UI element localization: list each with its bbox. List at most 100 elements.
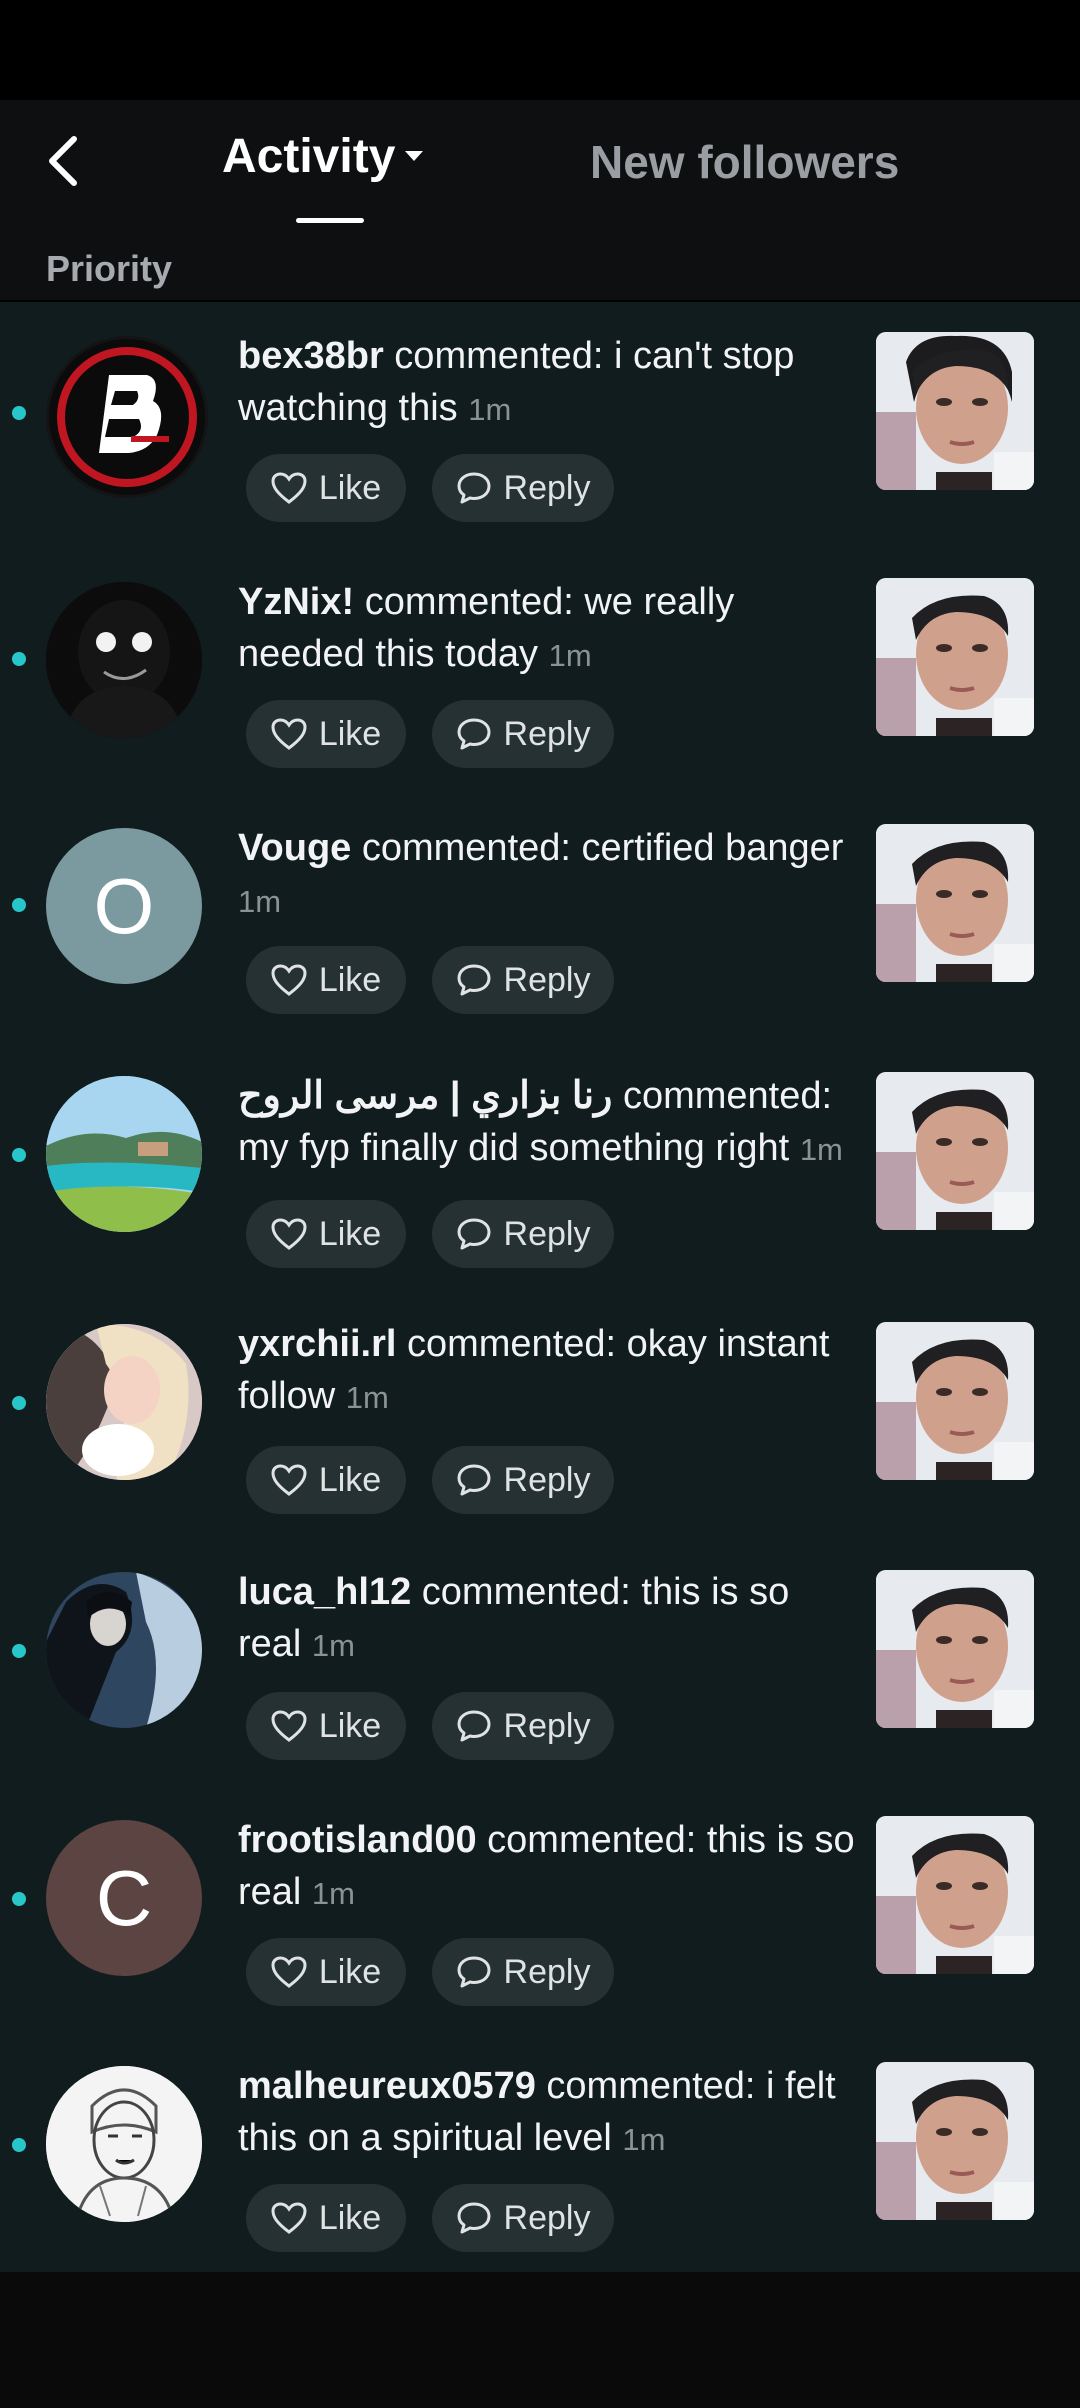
like-label: Like [318, 960, 382, 999]
reply-button[interactable]: Reply [432, 946, 614, 1014]
activity-item: bex38br commented: i can't stop watching… [0, 302, 1080, 548]
navigation-bar [0, 2272, 1080, 2408]
unread-dot [12, 1148, 26, 1162]
video-thumbnail[interactable] [876, 332, 1034, 490]
heart-icon [271, 472, 307, 504]
like-button[interactable]: Like [246, 1446, 406, 1514]
thumbnail-image [876, 824, 1034, 982]
video-thumbnail[interactable] [876, 1570, 1034, 1728]
like-button[interactable]: Like [246, 946, 406, 1014]
avatar[interactable] [46, 1076, 202, 1232]
reply-button[interactable]: Reply [432, 454, 614, 522]
reply-button[interactable]: Reply [432, 2184, 614, 2252]
like-button[interactable]: Like [246, 1200, 406, 1268]
video-thumbnail[interactable] [876, 824, 1034, 982]
avatar[interactable] [46, 582, 202, 738]
like-button[interactable]: Like [246, 2184, 406, 2252]
video-thumbnail[interactable] [876, 1072, 1034, 1230]
activity-list: bex38br commented: i can't stop watching… [0, 302, 1080, 2272]
speech-bubble-icon [457, 718, 491, 750]
comment-text: Vouge commented: certified banger 1m [238, 822, 858, 928]
username[interactable]: رنا بزاري | مرسى الروح [238, 1075, 612, 1117]
username[interactable]: Vouge [238, 827, 351, 869]
avatar-image [46, 1324, 202, 1480]
video-thumbnail[interactable] [876, 1322, 1034, 1480]
comment-text: yxrchii.rl commented: okay instant follo… [238, 1318, 858, 1424]
video-thumbnail[interactable] [876, 2062, 1034, 2220]
speech-bubble-icon [457, 1956, 491, 1988]
like-button[interactable]: Like [246, 454, 406, 522]
thumbnail-image [876, 1072, 1034, 1230]
timestamp: 1m [238, 884, 282, 919]
video-thumbnail[interactable] [876, 1816, 1034, 1974]
avatar-initial: C [95, 1853, 153, 1942]
reply-button[interactable]: Reply [432, 1200, 614, 1268]
reply-button[interactable]: Reply [432, 1446, 614, 1514]
timestamp: 1m [311, 1628, 355, 1663]
heart-icon [271, 1218, 307, 1250]
comment-text: bex38br commented: i can't stop watching… [238, 330, 858, 436]
like-label: Like [318, 714, 382, 753]
comment-text: malheureux0579 commented: i felt this on… [238, 2060, 858, 2166]
timestamp: 1m [799, 1132, 843, 1167]
timestamp: 1m [622, 2122, 666, 2157]
like-label: Like [318, 1706, 382, 1745]
video-thumbnail[interactable] [876, 578, 1034, 736]
like-button[interactable]: Like [246, 1692, 406, 1760]
timestamp: 1m [345, 1380, 389, 1415]
back-button[interactable] [36, 126, 92, 196]
caret-down-icon [405, 151, 424, 161]
reply-label: Reply [503, 960, 591, 999]
speech-bubble-icon [457, 964, 491, 996]
comment-text: luca_hl12 commented: this is so real 1m [238, 1566, 858, 1672]
reply-label: Reply [503, 1460, 591, 1499]
avatar[interactable] [46, 2066, 202, 2222]
timestamp: 1m [548, 638, 592, 673]
reply-button[interactable]: Reply [432, 1692, 614, 1760]
reply-button[interactable]: Reply [432, 1938, 614, 2006]
heart-icon [271, 2202, 307, 2234]
heart-icon [271, 1710, 307, 1742]
thumbnail-image [876, 2062, 1034, 2220]
avatar[interactable] [46, 1572, 202, 1728]
unread-dot [12, 2138, 26, 2152]
username[interactable]: malheureux0579 [238, 2065, 536, 2107]
timestamp: 1m [311, 1876, 355, 1911]
activity-item: yxrchii.rl commented: okay instant follo… [0, 1296, 1080, 1542]
unread-dot [12, 898, 26, 912]
avatar[interactable]: C [46, 1820, 202, 1976]
username[interactable]: bex38br [238, 335, 384, 377]
avatar-image [46, 1076, 202, 1232]
username[interactable]: luca_hl12 [238, 1571, 411, 1613]
activity-item: C frootisland00 commented: this is so re… [0, 1788, 1080, 2034]
username[interactable]: yxrchii.rl [238, 1323, 396, 1365]
like-label: Like [318, 468, 382, 507]
reply-button[interactable]: Reply [432, 700, 614, 768]
like-button[interactable]: Like [246, 1938, 406, 2006]
unread-dot [12, 652, 26, 666]
avatar-image [46, 2066, 202, 2222]
avatar[interactable]: O [46, 828, 202, 984]
speech-bubble-icon [457, 1710, 491, 1742]
heart-icon [271, 718, 307, 750]
tab-activity[interactable]: Activity [222, 126, 425, 186]
speech-bubble-icon [457, 1464, 491, 1496]
heart-icon [271, 964, 307, 996]
activity-item: malheureux0579 commented: i felt this on… [0, 2034, 1080, 2280]
like-label: Like [318, 1214, 382, 1253]
username[interactable]: frootisland00 [238, 1819, 477, 1861]
thumbnail-image [876, 1816, 1034, 1974]
like-button[interactable]: Like [246, 700, 406, 768]
avatar-image [57, 347, 197, 487]
tab-new-followers[interactable]: New followers [590, 132, 899, 192]
activity-item: O Vouge commented: certified banger 1m L… [0, 794, 1080, 1040]
unread-dot [12, 1396, 26, 1410]
active-tab-indicator [296, 218, 364, 223]
unread-dot [12, 406, 26, 420]
username[interactable]: YzNix! [238, 581, 354, 623]
avatar[interactable] [46, 336, 208, 498]
activity-item: YzNix! commented: we really needed this … [0, 548, 1080, 794]
activity-item: رنا بزاري | مرسى الروح commented: my fyp… [0, 1040, 1080, 1286]
activity-item: luca_hl12 commented: this is so real 1m … [0, 1542, 1080, 1788]
avatar[interactable] [46, 1324, 202, 1480]
